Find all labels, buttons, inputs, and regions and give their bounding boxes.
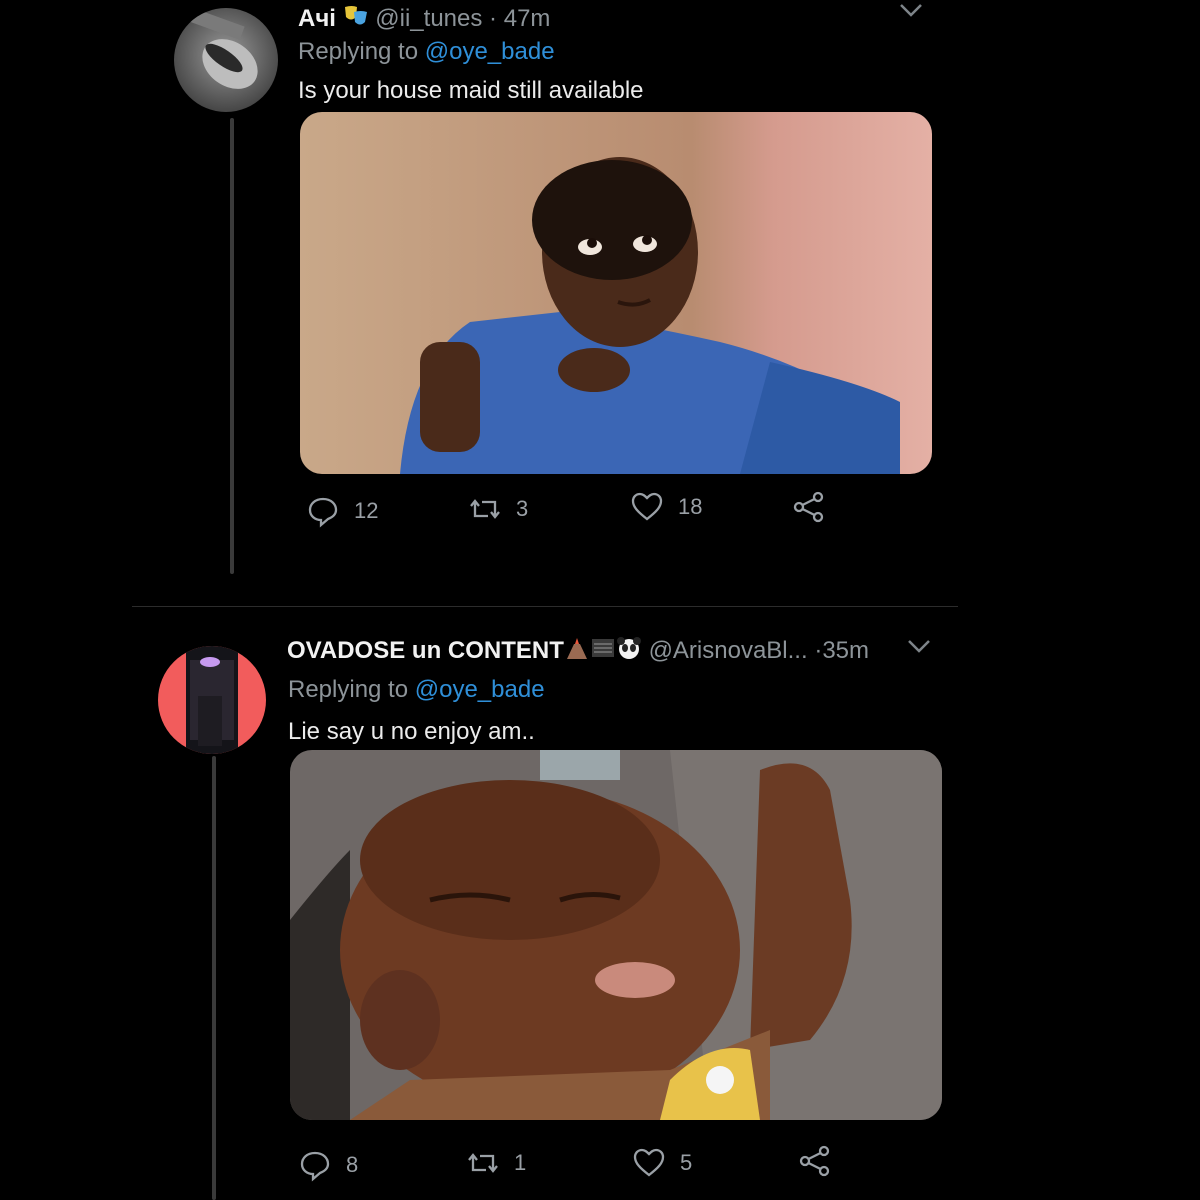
tweet-header: Ачі @ii_tunes · 47m (298, 4, 550, 35)
chevron-down-icon[interactable] (898, 2, 924, 20)
timestamp[interactable]: 47m (504, 5, 551, 32)
mention-link[interactable]: @oye_bade (425, 38, 555, 65)
share-icon (793, 491, 824, 523)
thread-line (212, 756, 216, 1200)
speech-bubble-icon (308, 497, 338, 528)
display-name[interactable]: OVADOSE un CONTENT (287, 637, 564, 664)
replying-to: Replying to @oye_bade (288, 676, 545, 704)
replying-to: Replying to @oye_bade (298, 38, 555, 66)
chevron-down-icon[interactable] (906, 638, 932, 656)
share-button[interactable] (792, 490, 826, 524)
tweet-text: Is your house maid still available (298, 77, 644, 104)
retweet-count: 3 (516, 496, 529, 521)
speech-bubble-icon (300, 1151, 330, 1182)
like-button[interactable]: 5 (632, 1146, 692, 1180)
music-score-icon (590, 636, 616, 667)
heart-icon (633, 1148, 665, 1177)
share-icon (799, 1145, 830, 1177)
share-button[interactable] (798, 1144, 832, 1178)
avatar[interactable] (158, 646, 266, 754)
tweet-actions: 12 3 18 (0, 488, 1200, 534)
panda-icon (616, 636, 642, 667)
tweet-text: Lie say u no enjoy am.. (288, 718, 535, 745)
retweet-button[interactable]: 3 (468, 492, 528, 526)
avatar[interactable] (174, 8, 278, 112)
like-count: 5 (680, 1150, 693, 1175)
retweet-count: 1 (514, 1150, 527, 1175)
reply-count: 12 (354, 498, 379, 523)
tweet-media[interactable] (290, 750, 942, 1120)
user-handle[interactable]: @ArisnovaBl... (649, 637, 808, 664)
like-button[interactable]: 18 (630, 490, 702, 524)
tweet-1[interactable]: Ачі @ii_tunes · 47m Replying to @oye_bad… (0, 0, 1200, 600)
replying-prefix: Replying to (288, 676, 409, 703)
retweet-arrows-icon (470, 499, 500, 519)
volcano-icon (564, 636, 590, 667)
photo-meme-baby-satisfied (290, 750, 942, 1120)
replying-prefix: Replying to (298, 38, 419, 65)
heart-icon (631, 492, 663, 521)
reply-button[interactable]: 8 (298, 1148, 358, 1182)
user-handle[interactable]: @ii_tunes (375, 5, 482, 32)
separator-dot: · (489, 4, 498, 32)
timestamp[interactable]: 35m (822, 637, 869, 664)
photo-meme-boy-looking-up (300, 112, 932, 474)
mention-link[interactable]: @oye_bade (415, 676, 545, 703)
display-name[interactable]: Ачі (298, 5, 336, 32)
reply-count: 8 (346, 1152, 359, 1177)
retweet-arrows-icon (468, 1153, 498, 1173)
retweet-button[interactable]: 1 (466, 1146, 526, 1180)
like-count: 18 (678, 494, 703, 519)
theater-masks-icon (343, 4, 369, 35)
tweet-divider (132, 606, 958, 607)
tweet-header: OVADOSE un CONTENT @ArisnovaBl... ·35m (287, 636, 869, 667)
tweet-2[interactable]: OVADOSE un CONTENT @ArisnovaBl... ·35m R… (0, 620, 1200, 1200)
tweet-actions: 8 1 5 (0, 1142, 1200, 1188)
tweet-media[interactable] (300, 112, 932, 474)
reply-button[interactable]: 12 (306, 494, 378, 528)
